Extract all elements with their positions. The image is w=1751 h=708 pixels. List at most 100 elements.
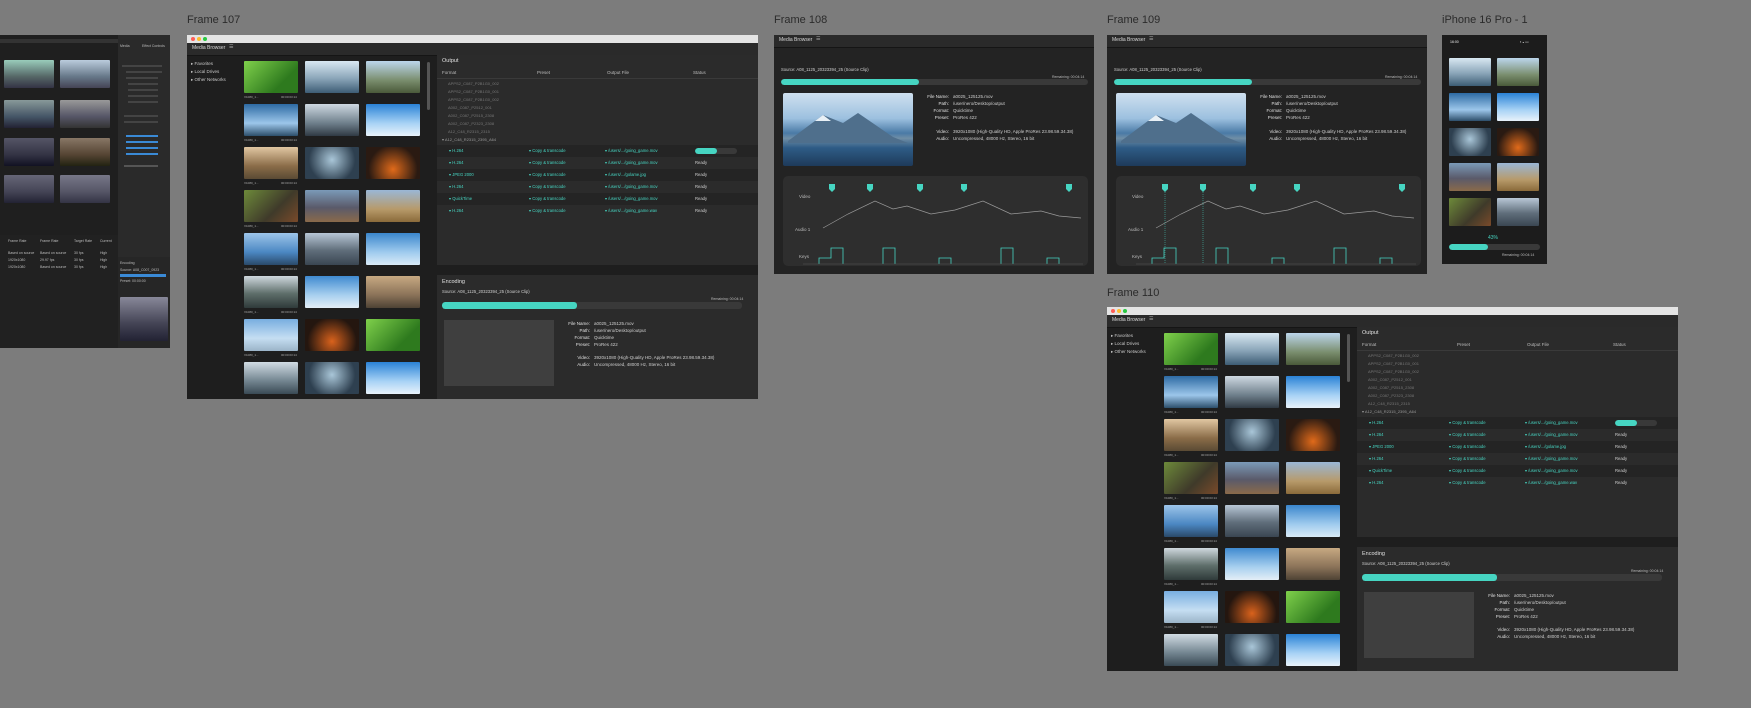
thumbnail[interactable]: [1286, 548, 1340, 580]
job-row[interactable]: ▾ H.264 ▾ Copy & transcode ▾ /users/.../…: [437, 157, 758, 169]
thumbnail[interactable]: [1449, 128, 1491, 156]
thumbnail[interactable]: [244, 362, 298, 394]
thumbnail[interactable]: [244, 104, 298, 136]
thumbnail[interactable]: [1497, 163, 1539, 191]
thumbnail[interactable]: [1164, 462, 1218, 494]
thumbnail[interactable]: [305, 104, 359, 136]
thumbnail[interactable]: [1164, 548, 1218, 580]
tree-item-favorites[interactable]: ▸ Favorites: [191, 60, 239, 68]
source-row[interactable]: APPS2_C087_P2B1G0_001: [1368, 361, 1419, 366]
thumbnail[interactable]: [1164, 419, 1218, 451]
thumbnail[interactable]: [1164, 376, 1218, 408]
source-row-expanded[interactable]: ▾ A12_C48_R2315_2395_A64: [1362, 409, 1416, 414]
thumbnail[interactable]: [1449, 163, 1491, 191]
thumbnail[interactable]: [244, 190, 298, 222]
frame-108-label[interactable]: Frame 108: [774, 14, 827, 26]
source-row[interactable]: A002_C087_P2512_001: [1368, 377, 1412, 382]
thumbnail[interactable]: [244, 319, 298, 351]
maximize-icon[interactable]: [1123, 309, 1127, 313]
job-row[interactable]: ▾ H.264 ▾ Copy & transcode ▾ /users/.../…: [1357, 477, 1678, 489]
thumbnail[interactable]: [305, 61, 359, 93]
thumbnail[interactable]: [60, 138, 110, 166]
thumbnail[interactable]: [366, 104, 420, 136]
source-row[interactable]: APPS2_C087_P2B1G0_002: [1368, 353, 1419, 358]
thumbnail[interactable]: [1286, 634, 1340, 666]
thumbnail[interactable]: [366, 276, 420, 308]
thumbnail[interactable]: [1286, 376, 1340, 408]
thumbnail[interactable]: [1497, 198, 1539, 226]
menu-icon[interactable]: ☰: [229, 44, 233, 50]
thumbnail[interactable]: [244, 61, 298, 93]
source-row[interactable]: APPS2_C087_P2B1G0_001: [448, 89, 499, 94]
scrollbar[interactable]: [1347, 334, 1350, 382]
source-row[interactable]: APPS2_C087_P2B1G0_002: [1368, 369, 1419, 374]
minimize-icon[interactable]: [197, 37, 201, 41]
thumbnail[interactable]: [1164, 591, 1218, 623]
thumbnail[interactable]: [1225, 505, 1279, 537]
menu-icon[interactable]: ☰: [816, 36, 820, 42]
thumbnail[interactable]: [305, 362, 359, 394]
thumbnail[interactable]: [1225, 548, 1279, 580]
thumbnail[interactable]: [366, 147, 420, 179]
thumbnail[interactable]: [1164, 333, 1218, 365]
thumbnail[interactable]: [366, 233, 420, 265]
thumbnail[interactable]: [366, 61, 420, 93]
tree-item-other-networks[interactable]: ▸ Other Networks: [1111, 348, 1159, 356]
source-row-expanded[interactable]: ▾ A12_C48_R2315_2395_A64: [442, 137, 496, 142]
thumbnail[interactable]: [1286, 333, 1340, 365]
minimize-icon[interactable]: [1117, 309, 1121, 313]
thumbnail[interactable]: [60, 175, 110, 203]
source-row[interactable]: A002_C087_P2515_2308: [1368, 385, 1414, 390]
iphone-frame-label[interactable]: iPhone 16 Pro - 1: [1442, 14, 1528, 26]
thumbnail[interactable]: [1225, 333, 1279, 365]
thumbnail[interactable]: [1225, 376, 1279, 408]
job-row[interactable]: ▾ H.264 ▾ Copy & transcode ▾ /users/.../…: [1357, 417, 1678, 429]
tree-item-local-drives[interactable]: ▸ Local Drives: [191, 68, 239, 76]
thumbnail[interactable]: [244, 276, 298, 308]
job-row[interactable]: ▾ JPEG 2000 ▾ Copy & transcode ▾ /users/…: [1357, 441, 1678, 453]
thumbnail[interactable]: [1225, 634, 1279, 666]
thumbnail[interactable]: [1286, 591, 1340, 623]
job-row[interactable]: ▾ H.264 ▾ Copy & transcode ▾ /users/.../…: [437, 205, 758, 217]
maximize-icon[interactable]: [203, 37, 207, 41]
job-row[interactable]: ▾ H.264 ▾ Copy & transcode ▾ /users/.../…: [437, 145, 758, 157]
job-row[interactable]: ▾ JPEG 2000 ▾ Copy & transcode ▾ /users/…: [437, 169, 758, 181]
thumbnail[interactable]: [1225, 462, 1279, 494]
thumbnail[interactable]: [305, 190, 359, 222]
thumbnail[interactable]: [4, 100, 54, 128]
thumbnail[interactable]: [1449, 58, 1491, 86]
partial-tab-effects[interactable]: Effect Controls: [142, 44, 165, 48]
thumbnail[interactable]: [1286, 462, 1340, 494]
thumbnail[interactable]: [366, 319, 420, 351]
menu-icon[interactable]: ☰: [1149, 36, 1153, 42]
thumbnail[interactable]: [1225, 419, 1279, 451]
thumbnail[interactable]: [366, 362, 420, 394]
thumbnail[interactable]: [4, 175, 54, 203]
thumbnail[interactable]: [1164, 634, 1218, 666]
source-row[interactable]: A002_C087_P2323_2308: [1368, 393, 1414, 398]
thumbnail[interactable]: [305, 319, 359, 351]
tree-item-other-networks[interactable]: ▸ Other Networks: [191, 76, 239, 84]
thumbnail[interactable]: [1497, 93, 1539, 121]
thumbnail[interactable]: [305, 233, 359, 265]
source-row[interactable]: A002_C087_P2323_2308: [448, 121, 494, 126]
thumbnail[interactable]: [1164, 505, 1218, 537]
thumbnail[interactable]: [60, 100, 110, 128]
thumbnail[interactable]: [1286, 505, 1340, 537]
job-row[interactable]: ▾ H.264 ▾ Copy & transcode ▾ /users/.../…: [1357, 453, 1678, 465]
thumbnail[interactable]: [1449, 198, 1491, 226]
close-icon[interactable]: [191, 37, 195, 41]
thumbnail[interactable]: [4, 60, 54, 88]
tree-item-favorites[interactable]: ▸ Favorites: [1111, 332, 1159, 340]
menu-icon[interactable]: ☰: [1149, 316, 1153, 322]
thumbnail[interactable]: [244, 233, 298, 265]
thumbnail[interactable]: [1497, 58, 1539, 86]
thumbnail[interactable]: [366, 190, 420, 222]
source-row[interactable]: APPS2_C087_P2B1G0_002: [448, 81, 499, 86]
thumbnail[interactable]: [4, 138, 54, 166]
source-row[interactable]: A12_C48_R2315_2315: [448, 129, 490, 134]
partial-tab-media[interactable]: Media: [120, 44, 130, 48]
frame-107-label[interactable]: Frame 107: [187, 14, 240, 26]
close-icon[interactable]: [1111, 309, 1115, 313]
job-row[interactable]: ▾ H.264 ▾ Copy & transcode ▾ /users/.../…: [437, 181, 758, 193]
